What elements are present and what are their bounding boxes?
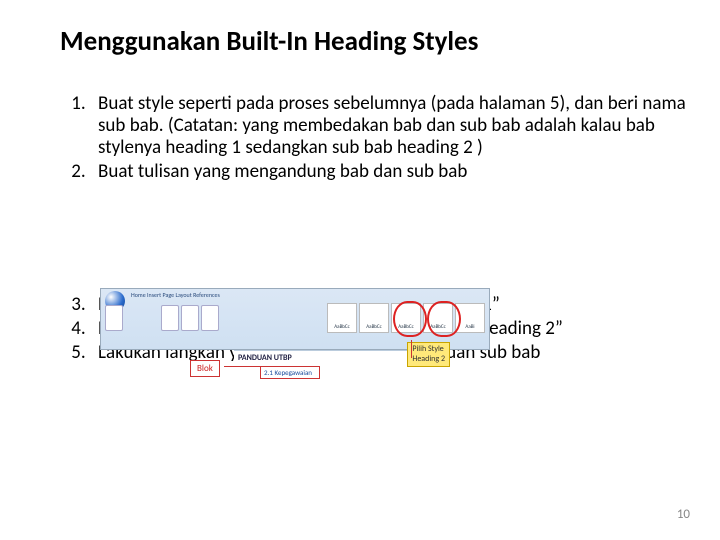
- font-btn-3: [201, 305, 219, 331]
- font-btn-1: [161, 305, 179, 331]
- word-ribbon-figure: Home Insert Page Layout References AaBbC…: [100, 288, 490, 383]
- clipboard-panel: [105, 305, 123, 331]
- step-1: Buat style seperti pada proses sebelumny…: [90, 93, 690, 159]
- arrow-icon: [411, 340, 412, 358]
- paste-icon: [105, 305, 123, 331]
- font-panel: [161, 305, 219, 331]
- font-btn-2: [181, 305, 199, 331]
- ribbon: Home Insert Page Layout References AaBbC…: [100, 288, 490, 350]
- document-title: PANDUAN UTBP: [238, 353, 410, 363]
- page-number: 10: [677, 507, 690, 522]
- style-thumb-2: AaBbCc: [359, 303, 389, 333]
- highlight-oval-icon: [393, 301, 427, 337]
- ribbon-tabs: Home Insert Page Layout References: [131, 291, 220, 299]
- arrow-icon: [224, 366, 260, 367]
- highlighted-subheading: 2.1 Kepegawaian: [260, 366, 320, 379]
- callout-pilih-style: Pilih Style Heading 2: [407, 342, 450, 367]
- callout-line-2: Heading 2: [412, 355, 445, 365]
- step-2: Buat tulisan yang mengandung bab dan sub…: [90, 161, 690, 183]
- style-thumb-1: AaBbCc: [327, 303, 357, 333]
- callout-blok: Blok: [190, 360, 220, 377]
- highlight-oval-icon: [427, 301, 461, 337]
- page-title: Menggunakan Built-In Heading Styles: [60, 25, 690, 58]
- steps-list: Buat style seperti pada proses sebelumny…: [30, 93, 690, 182]
